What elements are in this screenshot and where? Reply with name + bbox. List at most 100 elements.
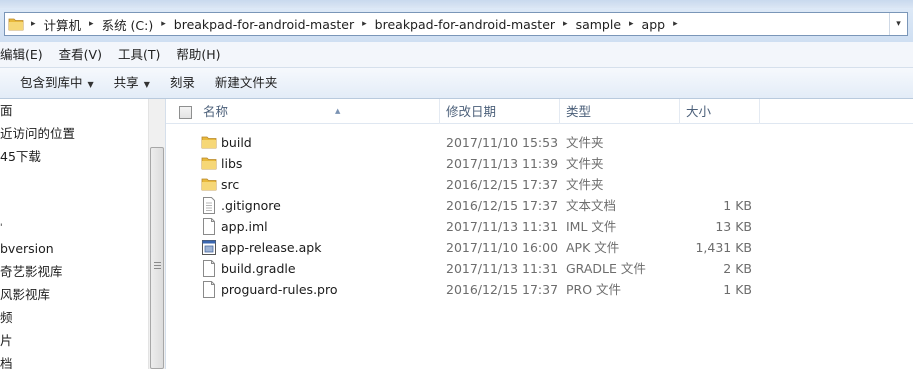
blank-file-icon [201,218,217,235]
folder-icon [201,134,217,151]
sort-ascending-icon: ▲ [335,107,341,115]
chevron-right-icon[interactable]: ▸ [625,13,638,35]
file-row[interactable]: src 2016/12/15 17:37 文件夹 [166,174,913,195]
file-name[interactable]: app-release.apk [221,237,321,258]
file-row[interactable]: build.gradle 2017/11/13 11:31 GRADLE 文件 2 K… [166,258,913,279]
share-button[interactable]: 共享 ▼ [104,71,160,95]
file-type: APK 文件 [566,240,620,255]
column-name-label: 名称 [203,104,229,119]
breadcrumb-sample[interactable]: sample [572,13,625,35]
file-date: 2016/12/15 17:37 [446,177,559,192]
nav-scrollbar[interactable] [148,99,165,369]
file-size: 1 KB [723,198,752,213]
nav-item-fengxing-library[interactable]: 风影视库 [0,284,50,306]
file-row[interactable]: .gitignore 2016/12/15 17:37 文本文档 1 KB [166,195,913,216]
file-size: 1 KB [723,282,752,297]
dropdown-arrow-icon: ▼ [143,80,150,89]
menu-help[interactable]: 帮助(H) [168,44,228,66]
window-title-strip [0,0,913,8]
file-row[interactable]: app.iml 2017/11/13 11:31 IML 文件 13 KB [166,216,913,237]
file-row[interactable]: proguard-rules.pro 2016/12/15 17:37 PRO 文件… [166,279,913,300]
address-bar[interactable]: ▸ 计算机 ▸ 系统 (C:) ▸ breakpad-for-android-m… [4,12,908,36]
nav-item-pictures[interactable]: 片 [0,330,13,352]
menu-view[interactable]: 查看(V) [51,44,110,66]
file-name[interactable]: .gitignore [221,195,281,216]
nav-item-qiyi-library[interactable]: 奇艺影视库 [0,261,63,283]
column-header-size[interactable]: 大小 [680,99,760,124]
file-name[interactable]: proguard-rules.pro [221,279,338,300]
nav-item-documents[interactable]: 档 [0,353,13,369]
file-date: 2017/11/13 11:31 [446,261,559,276]
file-row[interactable]: app-release.apk 2017/11/10 16:00 APK 文件 1,4… [166,237,913,258]
chevron-right-icon[interactable]: ▸ [85,13,98,35]
address-bar-area: ▸ 计算机 ▸ 系统 (C:) ▸ breakpad-for-android-m… [0,8,913,42]
nav-item-videos[interactable]: 频 [0,307,13,329]
file-type: PRO 文件 [566,282,622,297]
column-header-row: 名称 ▲ 修改日期 类型 大小 [166,99,913,124]
command-bar: 包含到库中 ▼ 共享 ▼ 刻录 新建文件夹 [0,68,913,99]
file-date: 2017/11/10 16:00 [446,240,559,255]
file-date: 2017/11/10 15:53 [446,135,559,150]
breadcrumb-app[interactable]: app [638,13,670,35]
file-name[interactable]: build.gradle [221,258,296,279]
chevron-right-icon[interactable]: ▸ [27,13,40,35]
text-document-icon [201,197,217,214]
breadcrumb-folder[interactable]: breakpad-for-android-master [371,13,559,35]
menu-edit[interactable]: 编辑(E) [0,44,51,66]
folder-icon [201,176,217,193]
include-in-library-button[interactable]: 包含到库中 ▼ [10,71,104,95]
menu-bar: 编辑(E) 查看(V) 工具(T) 帮助(H) [0,42,913,68]
file-size: 1,431 KB [695,240,752,255]
chevron-right-icon[interactable]: ▸ [358,13,371,35]
address-history-dropdown[interactable]: ▾ [889,13,907,35]
navigation-pane[interactable]: 面 近访问的位置 45下载 ' bversion 奇艺影视库 风影视库 频 片 … [0,99,148,369]
file-name[interactable]: build [221,132,252,153]
file-date: 2017/11/13 11:31 [446,219,559,234]
new-folder-button[interactable]: 新建文件夹 [205,71,288,95]
file-name[interactable]: libs [221,153,242,174]
apk-file-icon [201,239,217,256]
menu-tools[interactable]: 工具(T) [110,44,168,66]
file-list: 名称 ▲ 修改日期 类型 大小 build 2017/11/10 15:53 文件夹… [166,99,913,369]
file-name[interactable]: src [221,174,239,195]
nav-item-small-mark[interactable]: ' [0,215,2,237]
column-header-type[interactable]: 类型 [560,99,680,124]
chevron-right-icon[interactable]: ▸ [157,13,170,35]
grip-icon [154,262,161,269]
nav-item-recent-places[interactable]: 近访问的位置 [0,123,75,145]
file-date: 2016/12/15 17:37 [446,282,559,297]
blank-file-icon [201,260,217,277]
breadcrumb-computer[interactable]: 计算机 [40,13,86,35]
file-type: GRADLE 文件 [566,261,646,276]
share-label: 共享 [113,75,139,90]
file-date: 2017/11/13 11:39 [446,156,559,171]
file-type: 文本文档 [566,198,617,213]
file-name[interactable]: app.iml [221,216,268,237]
select-all-checkbox[interactable] [179,106,192,119]
file-row[interactable]: build 2017/11/10 15:53 文件夹 [166,132,913,153]
burn-button[interactable]: 刻录 [160,71,205,95]
scrollbar-thumb[interactable] [150,147,164,369]
file-row[interactable]: libs 2017/11/13 11:39 文件夹 [166,153,913,174]
blank-file-icon [201,281,217,298]
folder-icon [5,13,27,35]
file-type: 文件夹 [566,156,604,171]
include-in-library-label: 包含到库中 [20,75,83,90]
dropdown-arrow-icon: ▼ [87,80,94,89]
file-type: IML 文件 [566,219,617,234]
column-header-name[interactable]: 名称 ▲ [197,99,440,124]
nav-item-bversion[interactable]: bversion [0,238,54,260]
chevron-right-icon[interactable]: ▸ [669,13,682,35]
file-date: 2016/12/15 17:37 [446,198,559,213]
file-size: 13 KB [715,219,752,234]
folder-icon [201,155,217,172]
nav-item-downloads[interactable]: 45下载 [0,146,41,168]
nav-item-desktop[interactable]: 面 [0,100,13,122]
chevron-right-icon[interactable]: ▸ [559,13,572,35]
file-size: 2 KB [723,261,752,276]
file-type: 文件夹 [566,177,604,192]
column-header-date[interactable]: 修改日期 [440,99,560,124]
breadcrumb-folder[interactable]: breakpad-for-android-master [170,13,358,35]
breadcrumb-drive[interactable]: 系统 (C:) [98,13,158,35]
file-type: 文件夹 [566,135,604,150]
